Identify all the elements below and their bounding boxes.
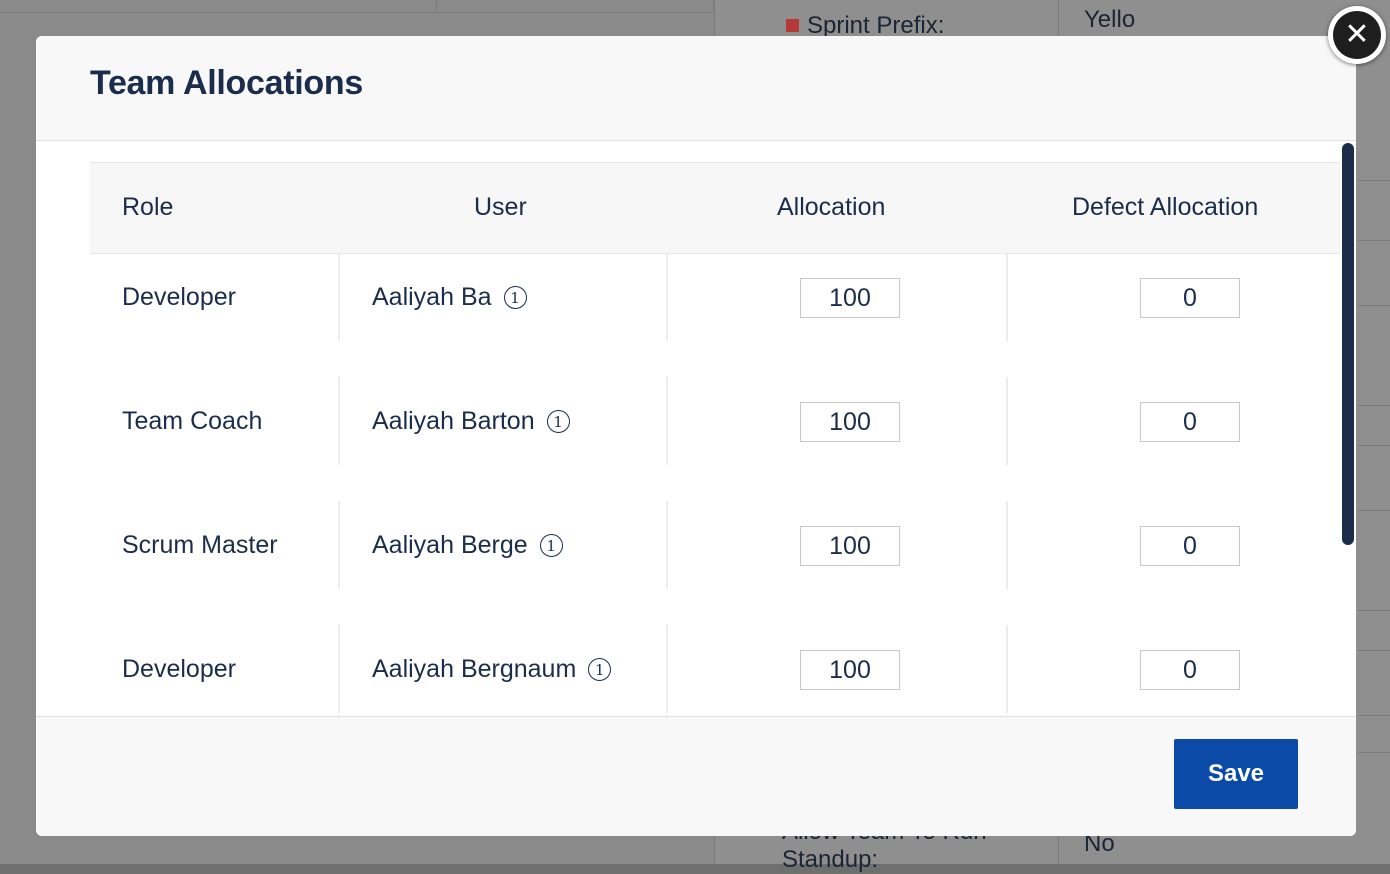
modal-footer: Save — [36, 716, 1356, 836]
modal-body[interactable]: Role User Allocation Defect Allocation D… — [36, 141, 1356, 716]
modal-header: Team Allocations — [36, 36, 1356, 141]
role-cell: Team Coach — [122, 407, 263, 435]
defect-allocation-input[interactable] — [1140, 650, 1240, 690]
header-role: Role — [122, 193, 174, 221]
info-icon[interactable]: 1 — [546, 410, 570, 433]
column-divider — [338, 253, 340, 341]
sprint-prefix-value: Yello — [1084, 6, 1136, 33]
background-row-line — [1358, 510, 1390, 511]
user-cell: Aaliyah Bergnaum 1 — [372, 655, 612, 684]
column-divider — [666, 253, 668, 341]
table-row: Scrum Master Aaliyah Berge 1 — [90, 501, 1340, 589]
info-icon[interactable]: 1 — [539, 534, 563, 557]
info-icon[interactable]: 1 — [588, 658, 612, 681]
defect-allocation-input[interactable] — [1140, 402, 1240, 442]
team-allocations-modal: Team Allocations Role User Allocation De… — [36, 36, 1356, 836]
column-divider — [1006, 625, 1008, 713]
background-row-line — [1358, 610, 1390, 611]
background-row-line — [1358, 752, 1390, 753]
column-divider — [666, 625, 668, 713]
role-cell: Developer — [122, 655, 236, 683]
background-cell — [0, 0, 437, 13]
column-divider — [338, 625, 340, 713]
allocation-input[interactable] — [800, 650, 900, 690]
table-header: Role User Allocation Defect Allocation — [90, 162, 1340, 254]
background-cell — [437, 0, 714, 13]
scrollbar[interactable] — [1340, 143, 1356, 716]
header-allocation: Allocation — [777, 193, 886, 221]
defect-allocation-input[interactable] — [1140, 278, 1240, 318]
save-button[interactable]: Save — [1174, 739, 1298, 809]
standup-label-line2: Standup: — [782, 846, 879, 873]
column-divider — [338, 501, 340, 589]
header-user: User — [474, 193, 527, 221]
required-marker — [786, 19, 799, 32]
user-cell: Aaliyah Ba 1 — [372, 283, 527, 312]
table-row: Developer Aaliyah Ba 1 — [90, 253, 1340, 341]
user-cell: Aaliyah Barton 1 — [372, 407, 570, 436]
background-row-line — [1358, 180, 1390, 181]
column-divider — [338, 377, 340, 465]
sprint-prefix-label-text: Sprint Prefix: — [807, 12, 945, 39]
background-row-line — [1358, 445, 1390, 446]
background-row-line — [1358, 650, 1390, 651]
defect-allocation-input[interactable] — [1140, 526, 1240, 566]
background-row-line — [1358, 305, 1390, 306]
user-name: Aaliyah Barton — [372, 407, 535, 435]
column-divider — [1006, 253, 1008, 341]
background-row-line — [1358, 715, 1390, 716]
column-divider — [1006, 377, 1008, 465]
role-cell: Scrum Master — [122, 531, 278, 559]
background-row-line — [1358, 240, 1390, 241]
allocation-input[interactable] — [800, 278, 900, 318]
scroll-thumb[interactable] — [1342, 143, 1354, 545]
header-defect-allocation: Defect Allocation — [1072, 193, 1259, 221]
user-cell: Aaliyah Berge 1 — [372, 531, 563, 560]
column-divider — [666, 501, 668, 589]
table-row: Team Coach Aaliyah Barton 1 — [90, 377, 1340, 465]
user-name: Aaliyah Berge — [372, 531, 528, 559]
close-icon: ✕ — [1333, 11, 1381, 59]
modal-title: Team Allocations — [90, 64, 363, 102]
table-row: Developer Aaliyah Bergnaum 1 — [90, 625, 1340, 713]
column-divider — [1006, 501, 1008, 589]
user-name: Aaliyah Ba — [372, 283, 492, 311]
allocation-input[interactable] — [800, 526, 900, 566]
role-cell: Developer — [122, 283, 236, 311]
close-button[interactable]: ✕ — [1328, 6, 1386, 64]
user-name: Aaliyah Bergnaum — [372, 655, 577, 683]
info-icon[interactable]: 1 — [503, 286, 527, 309]
allocation-input[interactable] — [800, 402, 900, 442]
column-divider — [666, 377, 668, 465]
background-row-line — [1358, 405, 1390, 406]
